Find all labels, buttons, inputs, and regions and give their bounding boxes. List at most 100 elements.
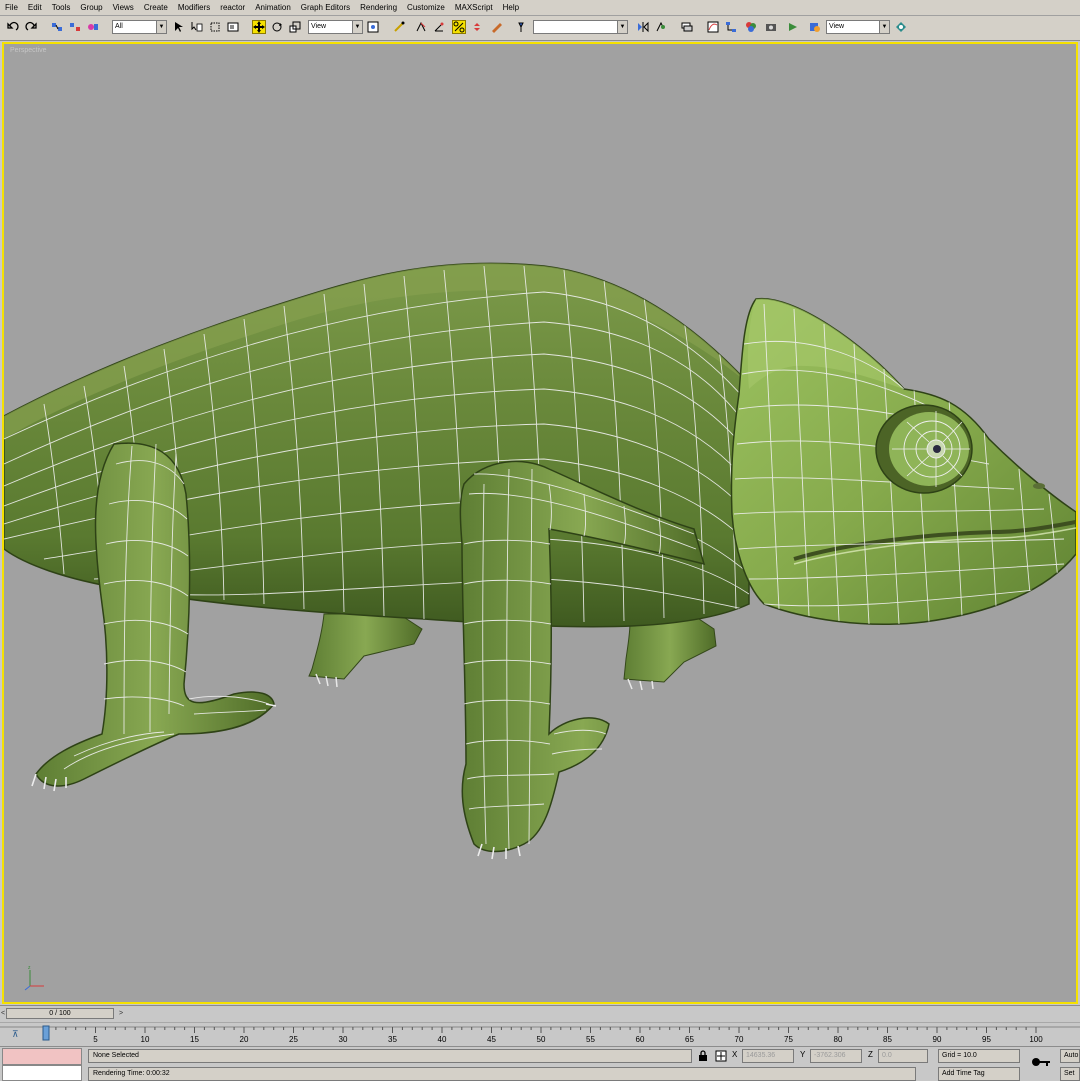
percent-snap-icon[interactable] bbox=[452, 20, 466, 34]
snap-3d-icon[interactable] bbox=[414, 20, 428, 34]
trackbar-tick-label: 70 bbox=[735, 1035, 744, 1044]
trackbar-tick-label: 25 bbox=[289, 1035, 298, 1044]
far-back-leg bbox=[308, 613, 423, 680]
time-slider[interactable]: < 0 / 100 > bbox=[0, 1005, 1080, 1023]
trackbar-tick-label: 65 bbox=[685, 1035, 694, 1044]
align-icon[interactable] bbox=[654, 20, 668, 34]
rect-selection-icon[interactable] bbox=[208, 20, 222, 34]
svg-text:z: z bbox=[28, 965, 31, 971]
trackbar-tick-label: 15 bbox=[190, 1035, 199, 1044]
trackbar-filter-icon[interactable]: ⊼ bbox=[12, 1029, 19, 1039]
trackbar-tick-label: 5 bbox=[93, 1035, 98, 1044]
redo-icon[interactable] bbox=[24, 20, 38, 34]
trackbar-tick-label: 95 bbox=[982, 1035, 991, 1044]
menu-file[interactable]: File bbox=[0, 0, 23, 15]
quick-render-icon[interactable] bbox=[786, 20, 800, 34]
select-link-icon[interactable] bbox=[50, 20, 64, 34]
named-selection-dropdown[interactable]: ▼ bbox=[533, 20, 628, 34]
menu-reactor[interactable]: reactor bbox=[215, 0, 250, 15]
trackbar-tick-label: 35 bbox=[388, 1035, 397, 1044]
bind-space-warp-icon[interactable] bbox=[86, 20, 100, 34]
mirror-icon[interactable] bbox=[636, 20, 650, 34]
angle-snap-icon[interactable] bbox=[432, 20, 446, 34]
current-frame-marker[interactable] bbox=[42, 1025, 50, 1041]
select-by-name-icon[interactable] bbox=[190, 20, 204, 34]
z-coord-field[interactable]: 0.0 bbox=[878, 1049, 928, 1063]
render-scene-icon[interactable] bbox=[764, 20, 778, 34]
trackbar-ruler[interactable]: 5 10 15 20 25 30 35 40 45 50 55 60 65 70 75 80 85 90 95 100… bbox=[0, 1023, 1080, 1047]
select-object-icon[interactable] bbox=[172, 20, 186, 34]
menu-graph-editors[interactable]: Graph Editors bbox=[296, 0, 355, 15]
select-move-icon[interactable] bbox=[252, 20, 266, 34]
undo-icon[interactable] bbox=[6, 20, 20, 34]
menu-views[interactable]: Views bbox=[108, 0, 139, 15]
render-type-icon[interactable] bbox=[808, 20, 822, 34]
axis-tripod-icon: z bbox=[24, 965, 44, 991]
trackbar-tick-label: 55 bbox=[586, 1035, 595, 1044]
frame-counter[interactable]: 0 / 100 bbox=[6, 1008, 114, 1019]
trackbar-tick-label: 20 bbox=[240, 1035, 249, 1044]
trackbar-tick-label: 40 bbox=[438, 1035, 447, 1044]
spacer-icon bbox=[514, 20, 528, 34]
pivot-center-icon[interactable] bbox=[366, 20, 380, 34]
x-coord-field[interactable]: 14635.36 bbox=[742, 1049, 794, 1063]
trackbar[interactable]: 5 10 15 20 25 30 35 40 45 50 55 60 65 70 75 80 85 90 95 100… bbox=[0, 1022, 1080, 1047]
render-view-dropdown[interactable]: View ▼ bbox=[826, 20, 890, 34]
menu-tools[interactable]: Tools bbox=[47, 0, 76, 15]
maxscript-listener[interactable] bbox=[2, 1048, 82, 1065]
menu-modifiers[interactable]: Modifiers bbox=[173, 0, 215, 15]
trackbar-tick-label: 50 bbox=[537, 1035, 546, 1044]
material-editor-icon[interactable] bbox=[744, 20, 758, 34]
menu-animation[interactable]: Animation bbox=[250, 0, 296, 15]
main-toolbar: All ▼ View ▼ ▼ View ▼ bbox=[0, 16, 1080, 41]
trackbar-tick-label: 45 bbox=[487, 1035, 496, 1044]
absolute-mode-icon[interactable] bbox=[714, 1049, 728, 1063]
menu-maxscript[interactable]: MAXScript bbox=[450, 0, 498, 15]
maxscript-listener-output[interactable] bbox=[2, 1065, 82, 1081]
schematic-view-icon[interactable] bbox=[724, 20, 738, 34]
menu-customize[interactable]: Customize bbox=[402, 0, 450, 15]
auto-key-button[interactable]: Auto bbox=[1060, 1049, 1080, 1063]
window-crossing-icon[interactable] bbox=[226, 20, 240, 34]
time-slider-next-icon[interactable]: > bbox=[116, 1008, 126, 1019]
menu-group[interactable]: Group bbox=[75, 0, 107, 15]
edit-named-sel-icon[interactable] bbox=[490, 20, 504, 34]
select-manipulate-icon[interactable] bbox=[392, 20, 406, 34]
reference-coord-dropdown[interactable]: View ▼ bbox=[308, 20, 363, 34]
trackbar-tick-label: 10 bbox=[141, 1035, 150, 1044]
unlink-icon[interactable] bbox=[68, 20, 82, 34]
select-rotate-icon[interactable] bbox=[270, 20, 284, 34]
menu-help[interactable]: Help bbox=[498, 0, 524, 15]
trackbar-tick-label: 75 bbox=[784, 1035, 793, 1044]
grid-size-readout: Grid = 10.0 bbox=[938, 1049, 1020, 1063]
menu-edit[interactable]: Edit bbox=[23, 0, 47, 15]
spinner-snap-icon[interactable] bbox=[470, 20, 484, 34]
x-coord-label: X bbox=[732, 1050, 738, 1059]
selection-status: None Selected bbox=[88, 1049, 692, 1063]
layer-manager-icon[interactable] bbox=[680, 20, 694, 34]
y-coord-label: Y bbox=[800, 1050, 806, 1059]
prompt-line: Rendering Time: 0:00:32 bbox=[88, 1067, 916, 1081]
trackbar-tick-label: 90 bbox=[933, 1035, 942, 1044]
trackbar-tick-label: 80 bbox=[834, 1035, 843, 1044]
menu-rendering[interactable]: Rendering bbox=[355, 0, 402, 15]
trackbar-tick-label: 60 bbox=[636, 1035, 645, 1044]
chameleon-mesh[interactable] bbox=[4, 44, 1076, 1002]
add-time-tag-button[interactable]: Add Time Tag bbox=[938, 1067, 1020, 1081]
perspective-viewport[interactable]: Perspective z bbox=[2, 42, 1078, 1004]
z-coord-label: Z bbox=[868, 1050, 873, 1059]
y-coord-field[interactable]: -3762.306 bbox=[810, 1049, 862, 1063]
menu-create[interactable]: Create bbox=[139, 0, 173, 15]
trackbar-tick-label: 30 bbox=[339, 1035, 348, 1044]
lock-selection-icon[interactable] bbox=[696, 1049, 710, 1063]
curve-editor-icon[interactable] bbox=[706, 20, 720, 34]
trackbar-tick-label: 100 bbox=[1029, 1035, 1043, 1044]
select-scale-icon[interactable] bbox=[288, 20, 302, 34]
selection-filter-dropdown[interactable]: All ▼ bbox=[112, 20, 167, 34]
chameleon-eye bbox=[875, 404, 973, 494]
key-icon[interactable] bbox=[1030, 1055, 1052, 1071]
status-bar: None Selected Rendering Time: 0:00:32 X … bbox=[0, 1046, 1080, 1081]
render-last-icon[interactable] bbox=[894, 20, 908, 34]
trackbar-tick-label: 85 bbox=[883, 1035, 892, 1044]
set-key-button[interactable]: Set bbox=[1060, 1067, 1080, 1081]
